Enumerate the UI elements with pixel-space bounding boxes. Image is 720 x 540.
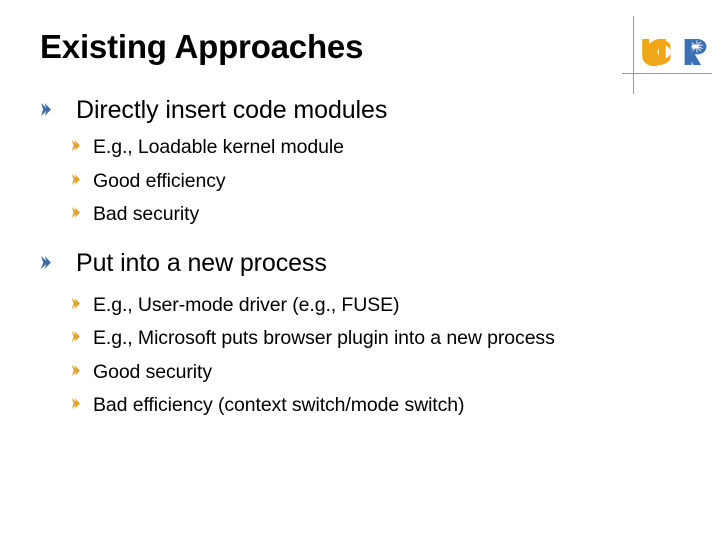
- logo-vertical-rule: [633, 16, 634, 94]
- bullet-level2: Bad efficiency (context switch/mode swit…: [40, 389, 660, 423]
- bullet-level1-label: Directly insert code modules: [76, 96, 388, 124]
- bullet-level2: Good efficiency: [40, 165, 660, 199]
- sublist: E.g., User-mode driver (e.g., FUSE) E.g.…: [40, 289, 660, 423]
- chevron-right-icon: [71, 297, 80, 309]
- bullet-level2-label: Bad efficiency (context switch/mode swit…: [93, 394, 465, 416]
- bullet-level2: Good security: [40, 356, 660, 390]
- bullet-level2-label: E.g., Loadable kernel module: [93, 136, 344, 158]
- chevron-right-icon: [71, 331, 80, 342]
- ucr-logo: [618, 12, 714, 94]
- slide-canvas: Existing Approaches Directly insert code…: [0, 0, 720, 540]
- sublist: E.g., Loadable kernel module Good effici…: [40, 131, 660, 232]
- page-title: Existing Approaches: [40, 28, 364, 65]
- bullet-level2: Bad security: [40, 198, 660, 232]
- bullet-level2: E.g., User-mode driver (e.g., FUSE): [40, 289, 660, 323]
- logo-horizontal-rule: [622, 73, 712, 74]
- bullet-level1: Directly insert code modules: [40, 92, 660, 129]
- bullet-level2-label: E.g., User-mode driver (e.g., FUSE): [93, 293, 400, 316]
- bullet-level2-label: Good security: [93, 360, 213, 383]
- chevron-right-icon: [71, 140, 80, 151]
- slide-body: Directly insert code modules E.g., Loada…: [40, 92, 660, 423]
- bullet-level1-label: Put into a new process: [76, 248, 327, 277]
- bullet-level2: E.g., Loadable kernel module: [40, 131, 660, 165]
- chevron-right-icon: [71, 364, 80, 376]
- chevron-right-icon: [40, 103, 51, 116]
- chevron-right-icon: [71, 173, 80, 185]
- chevron-right-icon: [71, 398, 80, 409]
- bullet-level2-label: Good efficiency: [93, 169, 226, 192]
- bullet-level2-label: Bad security: [93, 203, 200, 225]
- chevron-right-icon: [40, 255, 51, 269]
- bullet-level1: Put into a new process: [40, 245, 660, 282]
- bullet-level2-label: E.g., Microsoft puts browser plugin into…: [93, 327, 555, 349]
- chevron-right-icon: [71, 207, 80, 218]
- bullet-level2: E.g., Microsoft puts browser plugin into…: [40, 322, 660, 356]
- ucr-wordmark-icon: [642, 39, 707, 67]
